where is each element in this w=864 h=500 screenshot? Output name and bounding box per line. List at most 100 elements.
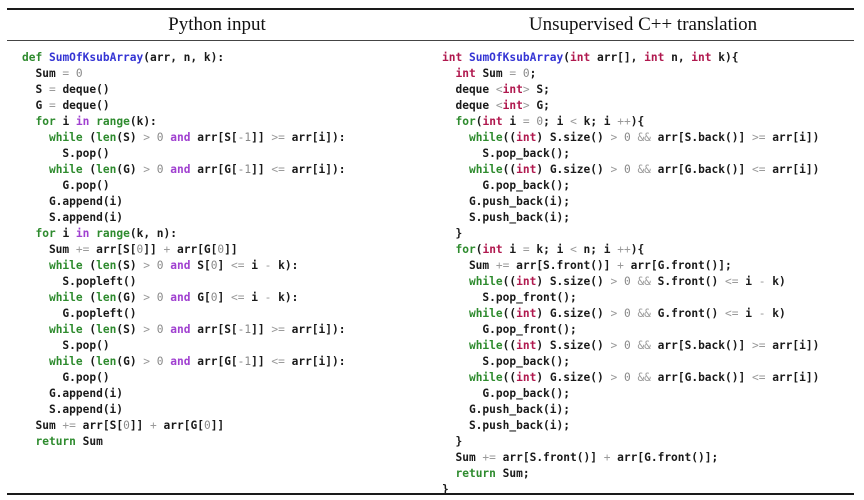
code-token: k) bbox=[765, 275, 786, 288]
code-token: while bbox=[468, 307, 503, 320]
code-token: 0 bbox=[623, 163, 631, 176]
code-token: > bbox=[522, 99, 530, 112]
code-token: len bbox=[96, 291, 117, 304]
code-token: for bbox=[35, 115, 56, 128]
code-token: G.pop() bbox=[22, 179, 110, 192]
code-token: G.pop_back(); bbox=[442, 179, 570, 192]
code-token: 0 bbox=[123, 419, 130, 432]
code-token: for bbox=[455, 243, 476, 256]
code-token: i bbox=[244, 259, 265, 272]
code-token: && bbox=[637, 163, 651, 176]
code-token: i bbox=[55, 115, 76, 128]
code-line: Sum += arr[S.front()] + arr[G.front()]; bbox=[442, 450, 819, 466]
code-token: <= bbox=[230, 259, 245, 272]
code-token: for bbox=[35, 227, 56, 240]
code-token: and bbox=[170, 259, 191, 272]
code-token: arr[S[ bbox=[190, 323, 238, 336]
code-token: arr[i]): bbox=[284, 131, 346, 144]
code-line: deque <int> S; bbox=[442, 82, 819, 98]
code-token: 0 bbox=[522, 67, 530, 80]
code-token: S.pop_front(); bbox=[442, 291, 577, 304]
code-token: i bbox=[55, 227, 76, 240]
code-token: S.append(i) bbox=[22, 211, 124, 224]
code-token: while bbox=[48, 259, 83, 272]
code-token: ) G.size() bbox=[536, 163, 611, 176]
code-token: G.front() bbox=[650, 307, 726, 320]
code-token: ){ bbox=[630, 243, 645, 256]
code-token: G[ bbox=[190, 291, 211, 304]
code-token: S bbox=[22, 83, 49, 96]
code-token: return bbox=[455, 467, 496, 480]
code-token: ) S.size() bbox=[536, 131, 611, 144]
code-token: arr[S.back()] bbox=[650, 131, 752, 144]
code-token: arr[i]) bbox=[765, 339, 820, 352]
code-token: ; i bbox=[543, 115, 571, 128]
code-token: <= bbox=[725, 275, 739, 288]
code-token: S.pop_back(); bbox=[442, 355, 570, 368]
code-token: < bbox=[570, 115, 577, 128]
code-line: S.push_back(i); bbox=[442, 210, 819, 226]
code-line: while (len(S) > 0 and arr[S[-1]] >= arr[… bbox=[22, 130, 346, 146]
code-token: and bbox=[170, 131, 191, 144]
code-line: for(int i = 0; i < k; i ++){ bbox=[442, 114, 819, 130]
code-line: while (len(G) > 0 and G[0] <= i - k): bbox=[22, 290, 345, 306]
code-token: while bbox=[468, 163, 503, 176]
code-token: S.front() bbox=[650, 275, 726, 288]
code-line: while (len(G) > 0 and arr[G[-1]] <= arr[… bbox=[22, 162, 346, 178]
code-token: i bbox=[502, 243, 523, 256]
code-token: i bbox=[738, 275, 759, 288]
code-token: 0 bbox=[623, 131, 631, 144]
code-line: return Sum; bbox=[442, 466, 819, 482]
code-token: 0 bbox=[156, 355, 164, 368]
code-token: and bbox=[170, 291, 191, 304]
code-token: && bbox=[637, 275, 651, 288]
header-separator-rule bbox=[7, 40, 854, 41]
code-token: while bbox=[48, 291, 83, 304]
code-token: range bbox=[96, 227, 130, 240]
code-token: Sum bbox=[75, 435, 103, 448]
code-token: 0 bbox=[156, 259, 164, 272]
code-token: i bbox=[244, 291, 265, 304]
code-line: while (len(G) > 0 and arr[G[-1]] <= arr[… bbox=[22, 354, 346, 370]
code-token: (G) bbox=[116, 291, 144, 304]
code-token: && bbox=[637, 371, 651, 384]
code-token: n, bbox=[664, 51, 692, 64]
code-token: <= bbox=[725, 307, 739, 320]
code-token: ]] bbox=[251, 163, 272, 176]
code-token: <= bbox=[751, 163, 766, 176]
code-token: for bbox=[455, 115, 476, 128]
code-line: S.pop() bbox=[22, 146, 345, 162]
code-token: deque() bbox=[55, 83, 110, 96]
code-token: arr[G.front()]; bbox=[623, 259, 732, 272]
code-line: G.pop_back(); bbox=[442, 178, 819, 194]
code-token: in bbox=[75, 227, 90, 240]
code-token: S.pop() bbox=[22, 339, 110, 352]
code-token: arr[G[ bbox=[156, 419, 204, 432]
code-token: = bbox=[48, 99, 56, 112]
code-token: G.pop() bbox=[22, 371, 110, 384]
code-token: <= bbox=[271, 355, 285, 368]
code-line: while((int) G.size() > 0 && G.front() <=… bbox=[442, 306, 819, 322]
code-token: ]] bbox=[143, 243, 164, 256]
code-line: for(int i = k; i < n; i ++){ bbox=[442, 242, 819, 258]
code-token: while bbox=[468, 275, 503, 288]
code-line: Sum += arr[S[0]] + arr[G[0]] bbox=[22, 418, 345, 434]
code-token: int bbox=[691, 51, 712, 64]
code-token: ( bbox=[563, 51, 571, 64]
code-token: i bbox=[502, 115, 523, 128]
code-token: ( bbox=[82, 259, 97, 272]
code-line: for i in range(k): bbox=[22, 114, 345, 130]
code-token: arr[S[ bbox=[89, 243, 137, 256]
code-token: && bbox=[637, 307, 651, 320]
code-token: (( bbox=[502, 339, 517, 352]
